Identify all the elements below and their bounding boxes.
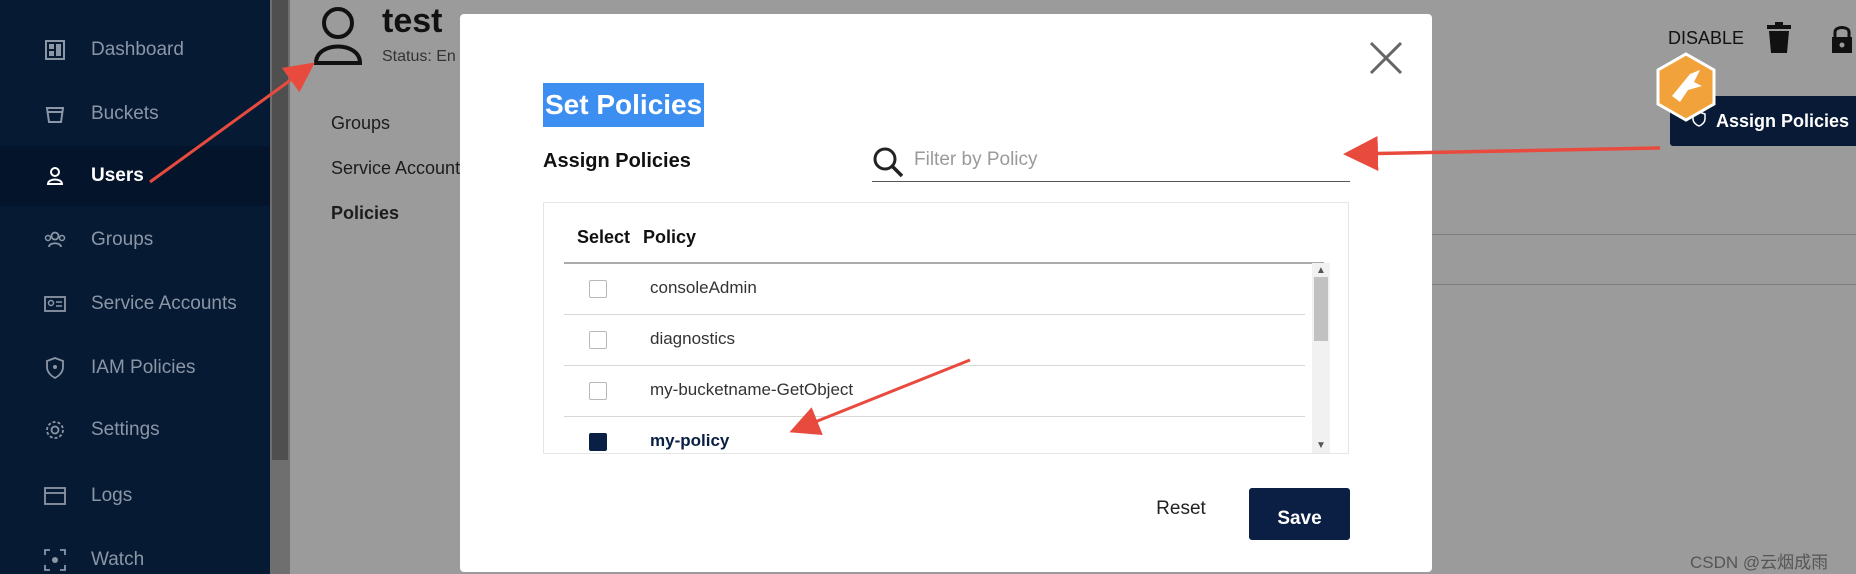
annotation-arrow xyxy=(789,358,971,436)
annotation-arrows xyxy=(149,62,1661,436)
annotation-arrow xyxy=(1343,135,1661,171)
watermark: CSDN @云烟成雨 xyxy=(1690,553,1829,572)
annotation-arrow xyxy=(149,62,315,184)
